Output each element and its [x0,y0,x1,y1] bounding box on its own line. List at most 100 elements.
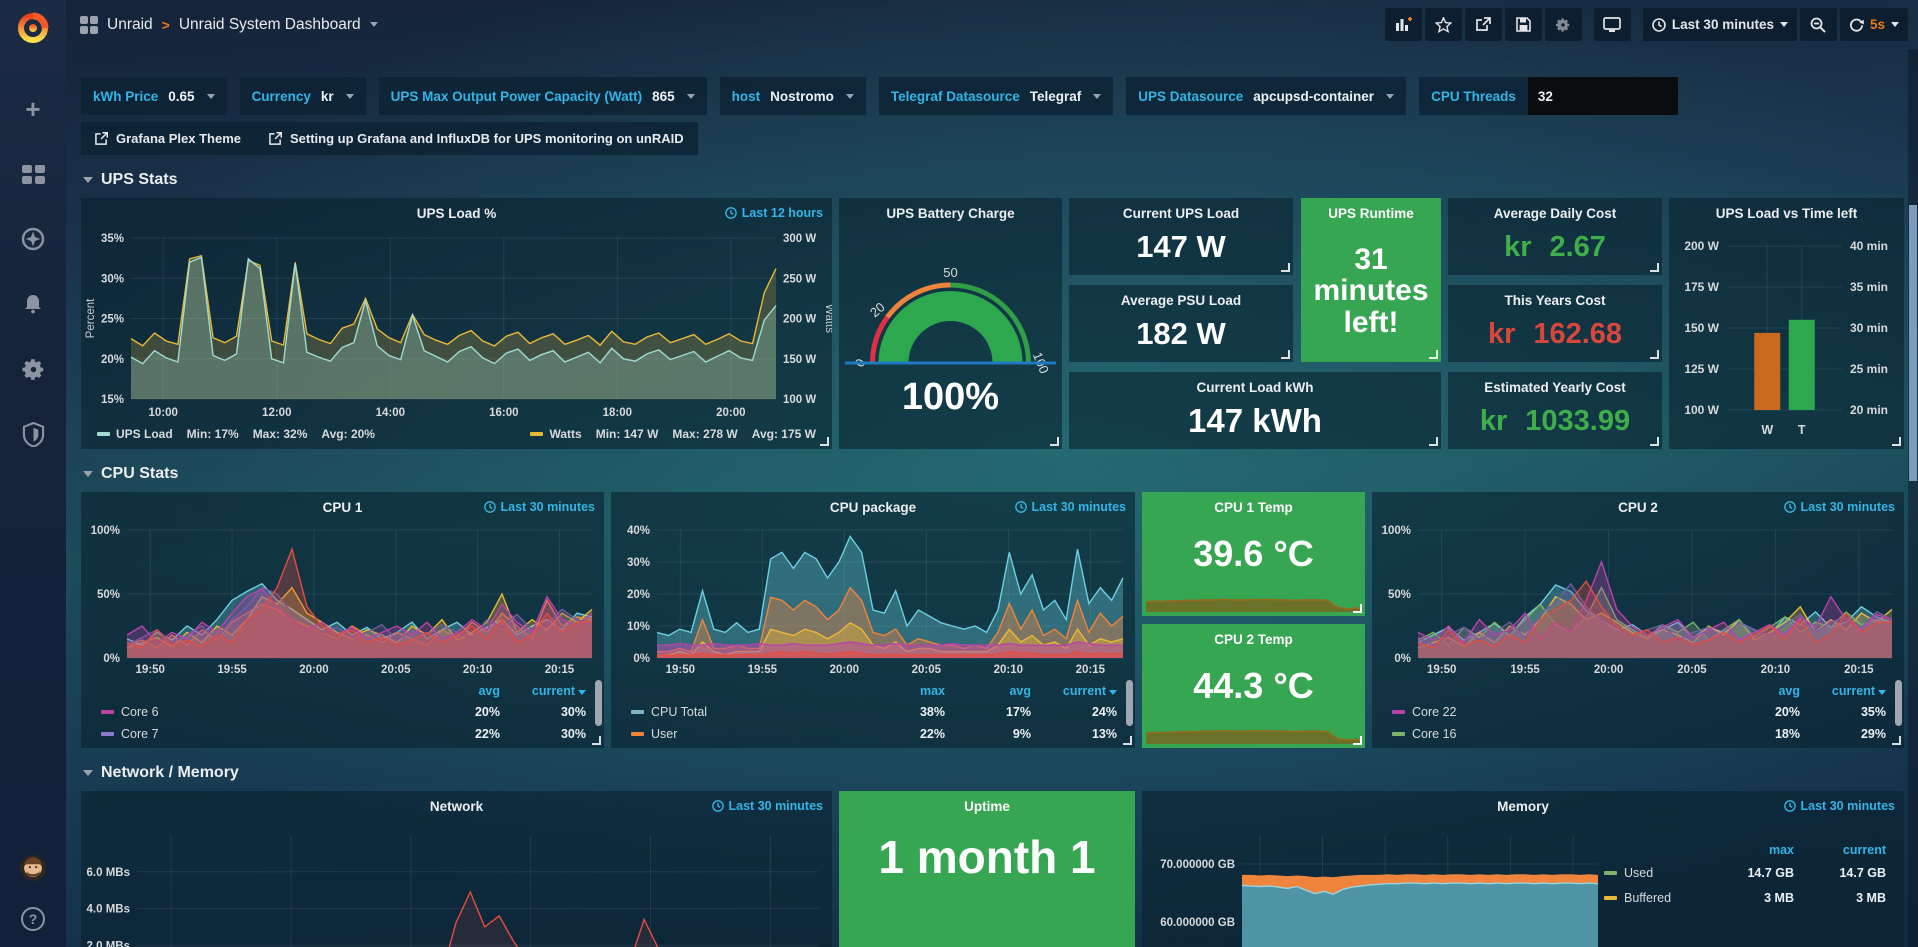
legend-series[interactable]: Buffered [1604,891,1702,905]
legend-series[interactable]: Used [1604,866,1702,880]
panel-title[interactable]: UPS Battery Charge [839,198,1062,226]
var-value[interactable]: 0.65 [168,89,194,104]
dashboards-icon[interactable] [19,161,47,187]
sort-current[interactable]: current [1794,843,1886,857]
grafana-logo[interactable] [11,8,55,48]
legend-series[interactable]: Core 22 [1392,705,1714,719]
var-kwh-price[interactable]: kWh Price 0.65 [81,77,227,115]
user-avatar[interactable] [19,855,47,881]
configuration-gear-icon[interactable] [19,356,47,382]
tv-kiosk-button[interactable] [1594,8,1631,41]
legend-series[interactable]: Core 7 [101,727,414,741]
legend-series[interactable]: Core 6 [101,705,414,719]
var-value[interactable]: apcupsd-container [1253,89,1374,104]
var-label: Currency [252,89,311,104]
svg-text:15%: 15% [101,394,124,406]
time-range-badge[interactable]: Last 30 minutes [1784,799,1895,813]
alerting-bell-icon[interactable] [19,291,47,317]
section-ups-stats[interactable]: UPS Stats [83,171,1904,189]
sort-max[interactable]: max [859,684,945,698]
legend-series[interactable]: CPU Total [631,705,859,719]
explore-compass-icon[interactable] [19,226,47,252]
page-scrollbar[interactable] [1908,49,1918,947]
panel-title[interactable]: Current UPS Load [1069,198,1293,226]
svg-text:0%: 0% [633,653,650,665]
panel-title[interactable]: UPS Runtime [1301,198,1441,226]
panel-cpu-package: CPU package Last 30 minutes 40%30%20%10%… [611,492,1135,748]
var-label: kWh Price [93,89,158,104]
share-button[interactable] [1465,8,1502,41]
chevron-down-icon [1093,94,1101,99]
panel-title[interactable]: Uptime [839,791,1135,819]
stat-value: 147 kWh [1188,404,1322,439]
time-range-picker[interactable]: Last 30 minutes [1643,8,1797,41]
section-network-memory[interactable]: Network / Memory [83,764,1904,782]
apps-grid-icon[interactable] [80,16,98,34]
legend-scrollbar[interactable] [1126,680,1133,726]
legend-item[interactable]: UPS Load Min: 17% Max: 32% Avg: 20% [97,427,375,441]
chevron-down-icon[interactable] [370,22,378,27]
var-currency[interactable]: Currency kr [240,77,366,115]
panel-title[interactable]: Current Load kWh [1069,372,1441,400]
panel-title[interactable]: Average PSU Load [1069,285,1293,313]
help-icon[interactable]: ? [21,907,45,931]
panel-title[interactable]: CPU 1 Temp [1142,492,1365,520]
panel-title[interactable]: Average Daily Cost [1448,198,1662,226]
refresh-button[interactable]: 5s [1840,8,1908,41]
var-value[interactable]: 865 [652,89,675,104]
var-host[interactable]: host Nostromo [720,77,866,115]
scrollbar-thumb[interactable] [1909,205,1917,481]
legend-series[interactable]: User [631,727,859,741]
sort-avg[interactable]: avg [1714,684,1800,698]
time-range-badge[interactable]: Last 30 minutes [712,799,823,813]
legend-scrollbar[interactable] [1895,680,1902,726]
server-admin-shield-icon[interactable] [19,421,47,447]
sort-avg[interactable]: avg [945,684,1031,698]
var-ups-max-output[interactable]: UPS Max Output Power Capacity (Watt) 865 [379,77,707,115]
breadcrumb-folder[interactable]: Unraid [107,16,153,34]
section-cpu-stats[interactable]: CPU Stats [83,465,1904,483]
page-title[interactable]: Unraid System Dashboard [179,16,361,34]
svg-text:16:00: 16:00 [489,407,518,419]
sort-avg[interactable]: avg [414,684,500,698]
sort-current[interactable]: current [1031,684,1117,698]
dashboard-settings-button[interactable] [1545,8,1582,41]
legend-scrollbar[interactable] [595,680,602,726]
cpu-threads-input[interactable] [1528,77,1678,115]
stat-value: 44.3 °C [1193,667,1313,705]
var-ups-datasource[interactable]: UPS Datasource apcupsd-container [1126,77,1406,115]
panel-current-ups-load: Current UPS Load 147 W [1069,198,1293,275]
legend-item[interactable]: Watts Min: 147 W Max: 278 W Avg: 175 W [530,427,816,441]
refresh-interval-label[interactable]: 5s [1870,17,1885,32]
time-range-badge[interactable]: Last 12 hours [725,206,823,220]
panel-title[interactable]: UPS Load % [81,198,832,226]
time-range-badge[interactable]: Last 30 minutes [1784,500,1895,514]
time-range-badge[interactable]: Last 30 minutes [1015,500,1126,514]
panel-title[interactable]: Estimated Yearly Cost [1448,372,1662,400]
var-telegraf-datasource[interactable]: Telegraf Datasource Telegraf [879,77,1113,115]
sort-current[interactable]: current [500,684,586,698]
cpu-temp-group: CPU 1 Temp 39.6 °C CPU 2 Temp 44.3 °C [1142,492,1365,748]
sort-max[interactable]: max [1702,843,1794,857]
var-value[interactable]: Nostromo [770,89,834,104]
sort-current[interactable]: current [1800,684,1886,698]
var-value[interactable]: kr [321,89,334,104]
link-grafana-plex-theme[interactable]: Grafana Plex Theme [81,122,255,155]
panel-title[interactable]: CPU 2 Temp [1142,624,1365,652]
create-plus-icon[interactable]: + [19,96,47,122]
panel-cpu2: CPU 2 Last 30 minutes 100%50%0%19:5019:5… [1372,492,1904,748]
add-panel-button[interactable] [1385,8,1422,41]
panel-ups-runtime: UPS Runtime 31 minutes left! [1301,198,1441,362]
legend-series[interactable]: Core 16 [1392,727,1714,741]
zoom-out-button[interactable] [1800,8,1837,41]
star-button[interactable] [1425,8,1462,41]
panel-title[interactable]: This Years Cost [1448,285,1662,313]
svg-text:35 min: 35 min [1850,280,1888,294]
legend-row: Core 7 22%30% [101,723,586,745]
panel-title[interactable]: UPS Load vs Time left [1669,198,1904,226]
save-button[interactable] [1505,8,1542,41]
time-range-badge[interactable]: Last 30 minutes [484,500,595,514]
var-value[interactable]: Telegraf [1030,89,1082,104]
chevron-down-icon [1386,94,1394,99]
link-ups-monitoring-guide[interactable]: Setting up Grafana and InfluxDB for UPS … [255,122,698,155]
